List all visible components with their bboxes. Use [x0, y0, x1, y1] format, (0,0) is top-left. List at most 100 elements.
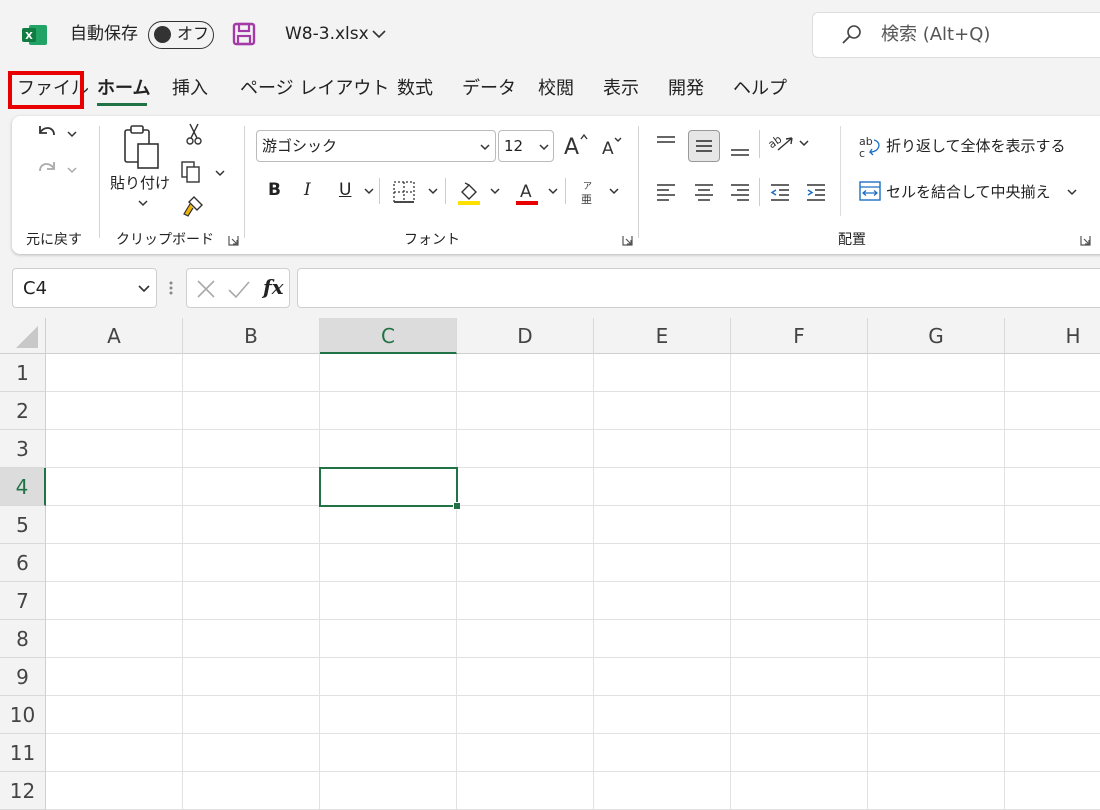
phonetic-guide-icon[interactable]: ア 亜 — [578, 178, 598, 206]
font-size-value: 12 — [504, 137, 524, 155]
tab-insert[interactable]: 挿入 — [172, 80, 208, 98]
tab-formulas[interactable]: 数式 — [397, 80, 433, 98]
row-header-5[interactable]: 5 — [0, 506, 46, 544]
column-header-b[interactable]: B — [183, 318, 320, 354]
decrease-font-size-icon[interactable]: A — [600, 134, 626, 158]
copy-icon[interactable] — [180, 160, 206, 184]
search-icon — [842, 25, 861, 44]
align-top-icon[interactable] — [654, 132, 678, 156]
tab-view[interactable]: 表示 — [603, 80, 639, 98]
cancel-icon[interactable] — [195, 278, 217, 300]
chevron-down-icon[interactable] — [547, 186, 559, 196]
column-header-g[interactable]: G — [868, 318, 1005, 354]
row-header-12[interactable]: 12 — [0, 772, 46, 810]
font-color-icon[interactable]: A — [514, 178, 540, 206]
tab-review[interactable]: 校閲 — [538, 80, 574, 98]
enter-icon[interactable] — [227, 278, 251, 300]
dialog-launcher-icon[interactable] — [1080, 235, 1091, 246]
file-name[interactable]: W8-3.xlsx — [285, 26, 369, 43]
row-header-3[interactable]: 3 — [0, 430, 46, 468]
fill-color-icon[interactable] — [456, 178, 482, 206]
bold-button[interactable]: B — [268, 182, 281, 199]
dialog-launcher-icon[interactable] — [622, 235, 633, 246]
cut-icon[interactable] — [184, 122, 204, 146]
italic-button[interactable]: I — [304, 182, 311, 199]
svg-text:亜: 亜 — [581, 193, 592, 206]
chevron-down-icon[interactable] — [66, 129, 78, 139]
wrap-text-button[interactable]: 折り返して全体を表示する — [886, 139, 1066, 154]
insert-function-button[interactable]: fx — [263, 277, 284, 297]
grid-hline — [46, 429, 1100, 430]
dialog-launcher-icon[interactable] — [228, 235, 239, 246]
formula-input[interactable] — [297, 268, 1100, 308]
row-header-9[interactable]: 9 — [0, 658, 46, 696]
worksheet-grid[interactable]: ABCDEFGH 1 2 3 4 5 6 7 8 9 10 11 12 — [0, 318, 1100, 810]
font-name-select[interactable]: 游ゴシック — [256, 130, 496, 162]
chevron-down-icon[interactable] — [1066, 187, 1078, 197]
name-box[interactable]: C4 — [12, 268, 157, 308]
tab-data[interactable]: データ — [462, 80, 516, 98]
column-header-c[interactable]: C — [320, 318, 457, 354]
decrease-indent-icon[interactable] — [768, 180, 792, 204]
font-size-select[interactable]: 12 — [498, 130, 554, 162]
row-header-1[interactable]: 1 — [0, 354, 46, 392]
chevron-down-icon[interactable] — [798, 138, 810, 148]
group-label-undo: 元に戻す — [26, 232, 82, 248]
autosave-toggle[interactable]: オフ — [148, 21, 214, 49]
paste-icon[interactable] — [122, 124, 162, 170]
row-header-7[interactable]: 7 — [0, 582, 46, 620]
chevron-down-icon[interactable] — [608, 186, 620, 196]
align-right-icon[interactable] — [728, 180, 752, 204]
increase-indent-icon[interactable] — [804, 180, 828, 204]
column-header-e[interactable]: E — [594, 318, 731, 354]
chevron-down-icon[interactable] — [363, 186, 375, 196]
divider — [565, 178, 566, 204]
row-header-6[interactable]: 6 — [0, 544, 46, 582]
underline-button[interactable]: U — [339, 182, 351, 199]
align-bottom-icon[interactable] — [728, 136, 752, 160]
row-header-8[interactable]: 8 — [0, 620, 46, 658]
row-header-4[interactable]: 4 — [0, 468, 46, 506]
column-header-f[interactable]: F — [731, 318, 868, 354]
svg-text:ア: ア — [583, 182, 592, 192]
row-header-2[interactable]: 2 — [0, 392, 46, 430]
search-placeholder: 検索 (Alt+Q) — [881, 24, 991, 45]
tab-developer[interactable]: 開発 — [668, 80, 704, 98]
row-header-11[interactable]: 11 — [0, 734, 46, 772]
merge-center-button[interactable]: セルを結合して中央揃え — [886, 185, 1051, 200]
format-painter-icon[interactable] — [180, 194, 206, 218]
column-header-a[interactable]: A — [46, 318, 183, 354]
align-left-icon[interactable] — [654, 180, 678, 204]
group-label-alignment: 配置 — [838, 232, 866, 248]
wrap-text-icon[interactable]: ab c — [858, 134, 882, 160]
row-header-10[interactable]: 10 — [0, 696, 46, 734]
grid-vline — [319, 354, 320, 810]
chevron-down-icon[interactable] — [214, 168, 226, 178]
more-options-icon[interactable] — [168, 278, 174, 298]
align-middle-button[interactable] — [688, 130, 720, 162]
borders-icon[interactable] — [392, 180, 416, 204]
paste-label[interactable]: 貼り付け — [110, 176, 170, 191]
toggle-knob — [154, 26, 171, 43]
chevron-down-icon[interactable] — [137, 283, 151, 295]
active-cell[interactable] — [319, 467, 458, 507]
undo-icon[interactable] — [34, 122, 60, 146]
tab-home[interactable]: ホーム — [97, 80, 150, 98]
save-icon[interactable] — [232, 22, 256, 46]
chevron-down-icon[interactable] — [371, 27, 387, 41]
chevron-down-icon[interactable] — [489, 186, 501, 196]
merge-center-icon[interactable] — [858, 180, 882, 202]
column-header-d[interactable]: D — [457, 318, 594, 354]
chevron-down-icon[interactable] — [427, 186, 439, 196]
tab-help[interactable]: ヘルプ — [733, 80, 787, 98]
svg-text:c: c — [859, 147, 865, 160]
column-header-h[interactable]: H — [1005, 318, 1100, 354]
orientation-icon[interactable]: ab — [766, 130, 796, 156]
search-box[interactable]: 検索 (Alt+Q) — [812, 12, 1100, 58]
tab-page-layout[interactable]: ページ レイアウト — [240, 80, 389, 98]
chevron-down-icon[interactable] — [137, 198, 149, 208]
align-center-icon[interactable] — [692, 180, 716, 204]
increase-font-size-icon[interactable]: A — [562, 130, 592, 158]
select-all-corner[interactable] — [0, 318, 46, 354]
fill-handle[interactable] — [453, 502, 461, 510]
